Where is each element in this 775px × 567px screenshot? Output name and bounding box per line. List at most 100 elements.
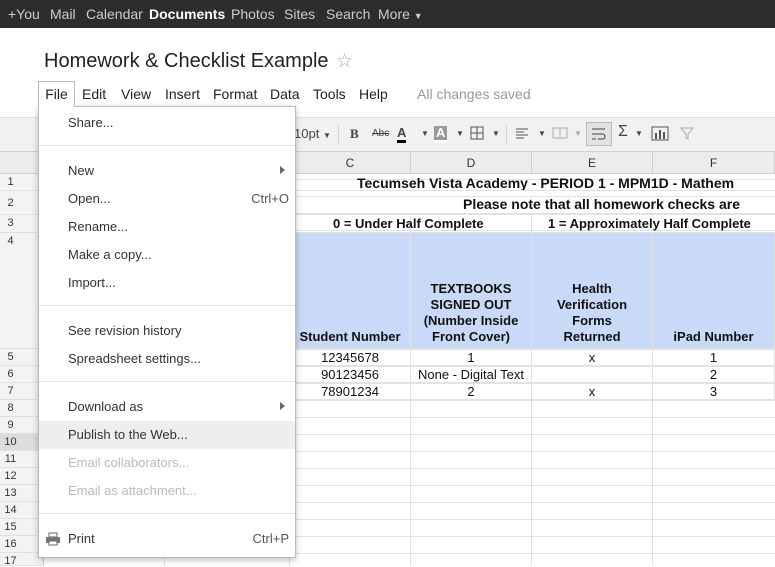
menu-item-email-collaborators[interactable]: Email collaborators... bbox=[39, 449, 295, 477]
font-size-select[interactable]: 10pt ▼ bbox=[294, 126, 331, 141]
fill-color-button[interactable]: A bbox=[434, 126, 448, 143]
menu-item-download-as[interactable]: Download as bbox=[39, 393, 295, 421]
table-cell[interactable]: None - Digital Text bbox=[411, 366, 532, 383]
column-header-e[interactable]: E bbox=[532, 152, 653, 174]
note-cell[interactable]: Please note that all homework checks are bbox=[290, 191, 775, 215]
header-cell[interactable]: Health Verification Forms Returned bbox=[532, 233, 653, 349]
menu-tools[interactable]: Tools bbox=[313, 86, 346, 102]
gbar-photos[interactable]: Photos bbox=[231, 6, 275, 22]
caret-down-icon[interactable]: ▼ bbox=[635, 129, 643, 138]
menu-help[interactable]: Help bbox=[359, 86, 388, 102]
gbar-sites[interactable]: Sites bbox=[284, 6, 315, 22]
header-cell[interactable]: iPad Number bbox=[653, 233, 775, 349]
note-text: Please note that all homework checks are bbox=[463, 196, 741, 212]
menu-item-import[interactable]: Import... bbox=[39, 269, 295, 297]
menu-divider bbox=[39, 513, 295, 514]
table-cell[interactable]: 78901234 bbox=[290, 383, 411, 400]
caret-down-icon: ▼ bbox=[413, 11, 423, 21]
caret-down-icon[interactable]: ▼ bbox=[456, 129, 464, 138]
header-student-number: Student Number bbox=[299, 329, 401, 344]
legend-text: 0 = Under Half Complete bbox=[333, 216, 484, 231]
menu-item-publish-to-web[interactable]: Publish to the Web... bbox=[39, 421, 295, 449]
wrap-text-button[interactable] bbox=[586, 122, 612, 146]
menu-item-email-attachment[interactable]: Email as attachment... bbox=[39, 477, 295, 505]
merge-cells-icon[interactable] bbox=[552, 126, 568, 143]
table-cell[interactable]: 12345678 bbox=[290, 349, 411, 366]
submenu-arrow-icon bbox=[280, 166, 285, 174]
gbar-documents[interactable]: Documents bbox=[149, 6, 225, 22]
column-header-d[interactable]: D bbox=[411, 152, 532, 174]
menu-item-label: Make a copy... bbox=[68, 247, 152, 262]
gbar-more[interactable]: More ▼ bbox=[378, 6, 423, 22]
star-icon[interactable]: ☆ bbox=[336, 50, 353, 73]
menu-item-label: Spreadsheet settings... bbox=[68, 351, 201, 366]
column-header-c[interactable]: C bbox=[290, 152, 411, 174]
legend-text: 1 = Approximately Half Complete bbox=[548, 216, 751, 231]
table-cell[interactable]: 2 bbox=[411, 383, 532, 400]
gbar-more-label: More bbox=[378, 6, 410, 22]
menu-item-new[interactable]: New bbox=[39, 157, 295, 185]
caret-down-icon: ▼ bbox=[322, 131, 331, 140]
menu-item-share[interactable]: Share... bbox=[39, 109, 295, 137]
menu-file[interactable]: File bbox=[38, 81, 75, 107]
table-cell[interactable]: x bbox=[532, 383, 653, 400]
strikethrough-button[interactable]: Abc bbox=[372, 128, 389, 139]
header-health-forms: Health Verification Forms Returned bbox=[556, 281, 628, 344]
sum-icon[interactable]: Σ bbox=[618, 123, 628, 141]
google-bar: +You Mail Calendar Documents Photos Site… bbox=[0, 0, 775, 28]
header-ipad-number: iPad Number bbox=[673, 329, 754, 344]
caret-down-icon[interactable]: ▼ bbox=[421, 129, 429, 138]
bold-button[interactable]: B bbox=[350, 126, 359, 142]
text-color-button[interactable]: A bbox=[397, 126, 407, 143]
table-cell[interactable]: 2 bbox=[653, 366, 775, 383]
menu-item-label: See revision history bbox=[68, 323, 182, 338]
menu-item-make-copy[interactable]: Make a copy... bbox=[39, 241, 295, 269]
sheet-title-cell[interactable]: Tecumseh Vista Academy - PERIOD 1 - MPM1… bbox=[290, 174, 775, 191]
menu-data[interactable]: Data bbox=[270, 86, 300, 102]
borders-icon[interactable] bbox=[470, 126, 484, 143]
gbar-calendar[interactable]: Calendar bbox=[86, 6, 143, 22]
table-cell[interactable] bbox=[532, 366, 653, 383]
menu-item-label: Open... bbox=[68, 191, 111, 206]
menu-edit[interactable]: Edit bbox=[82, 86, 106, 102]
legend-cell[interactable]: 0 = Under Half Complete bbox=[290, 215, 532, 233]
menu-item-label: Publish to the Web... bbox=[68, 427, 188, 442]
header-cell[interactable]: TEXTBOOKS SIGNED OUT (Number Inside Fron… bbox=[411, 233, 532, 349]
menu-item-label: Share... bbox=[68, 115, 114, 130]
table-cell[interactable]: 3 bbox=[653, 383, 775, 400]
caret-down-icon[interactable]: ▼ bbox=[538, 129, 546, 138]
menu-item-rename[interactable]: Rename... bbox=[39, 213, 295, 241]
menu-format[interactable]: Format bbox=[213, 86, 257, 102]
menu-item-label: Print bbox=[68, 531, 95, 546]
menu-item-spreadsheet-settings[interactable]: Spreadsheet settings... bbox=[39, 345, 295, 373]
header-textbooks: TEXTBOOKS SIGNED OUT (Number Inside Fron… bbox=[423, 281, 519, 344]
gbar-search[interactable]: Search bbox=[326, 6, 370, 22]
font-size-value: 10pt bbox=[294, 126, 320, 141]
column-header-f[interactable]: F bbox=[653, 152, 775, 174]
save-status: All changes saved bbox=[417, 86, 531, 102]
table-cell[interactable]: 1 bbox=[653, 349, 775, 366]
menu-view[interactable]: View bbox=[121, 86, 151, 102]
legend-cell[interactable]: 1 = Approximately Half Complete bbox=[532, 215, 775, 233]
menu-insert[interactable]: Insert bbox=[165, 86, 200, 102]
table-cell[interactable]: 90123456 bbox=[290, 366, 411, 383]
gbar-you[interactable]: +You bbox=[8, 6, 40, 22]
filter-icon[interactable] bbox=[679, 126, 695, 143]
menu-item-open[interactable]: Open... Ctrl+O bbox=[39, 185, 295, 213]
chart-icon[interactable] bbox=[651, 126, 669, 144]
table-cell[interactable]: x bbox=[532, 349, 653, 366]
gbar-mail[interactable]: Mail bbox=[50, 6, 76, 22]
header-cell[interactable]: Student Number bbox=[290, 233, 411, 349]
toolbar-divider bbox=[338, 125, 339, 145]
caret-down-icon[interactable]: ▼ bbox=[492, 129, 500, 138]
document-title[interactable]: Homework & Checklist Example bbox=[44, 50, 329, 73]
menu-item-revision-history[interactable]: See revision history bbox=[39, 317, 295, 345]
table-cell[interactable]: 1 bbox=[411, 349, 532, 366]
menu-item-label: Import... bbox=[68, 275, 116, 290]
menu-item-print[interactable]: Print Ctrl+P bbox=[39, 525, 295, 553]
menu-item-shortcut: Ctrl+P bbox=[252, 531, 289, 546]
menu-item-label: New bbox=[68, 163, 95, 178]
caret-down-icon[interactable]: ▼ bbox=[574, 129, 582, 138]
align-left-icon[interactable] bbox=[515, 126, 529, 143]
menu-divider bbox=[39, 381, 295, 382]
